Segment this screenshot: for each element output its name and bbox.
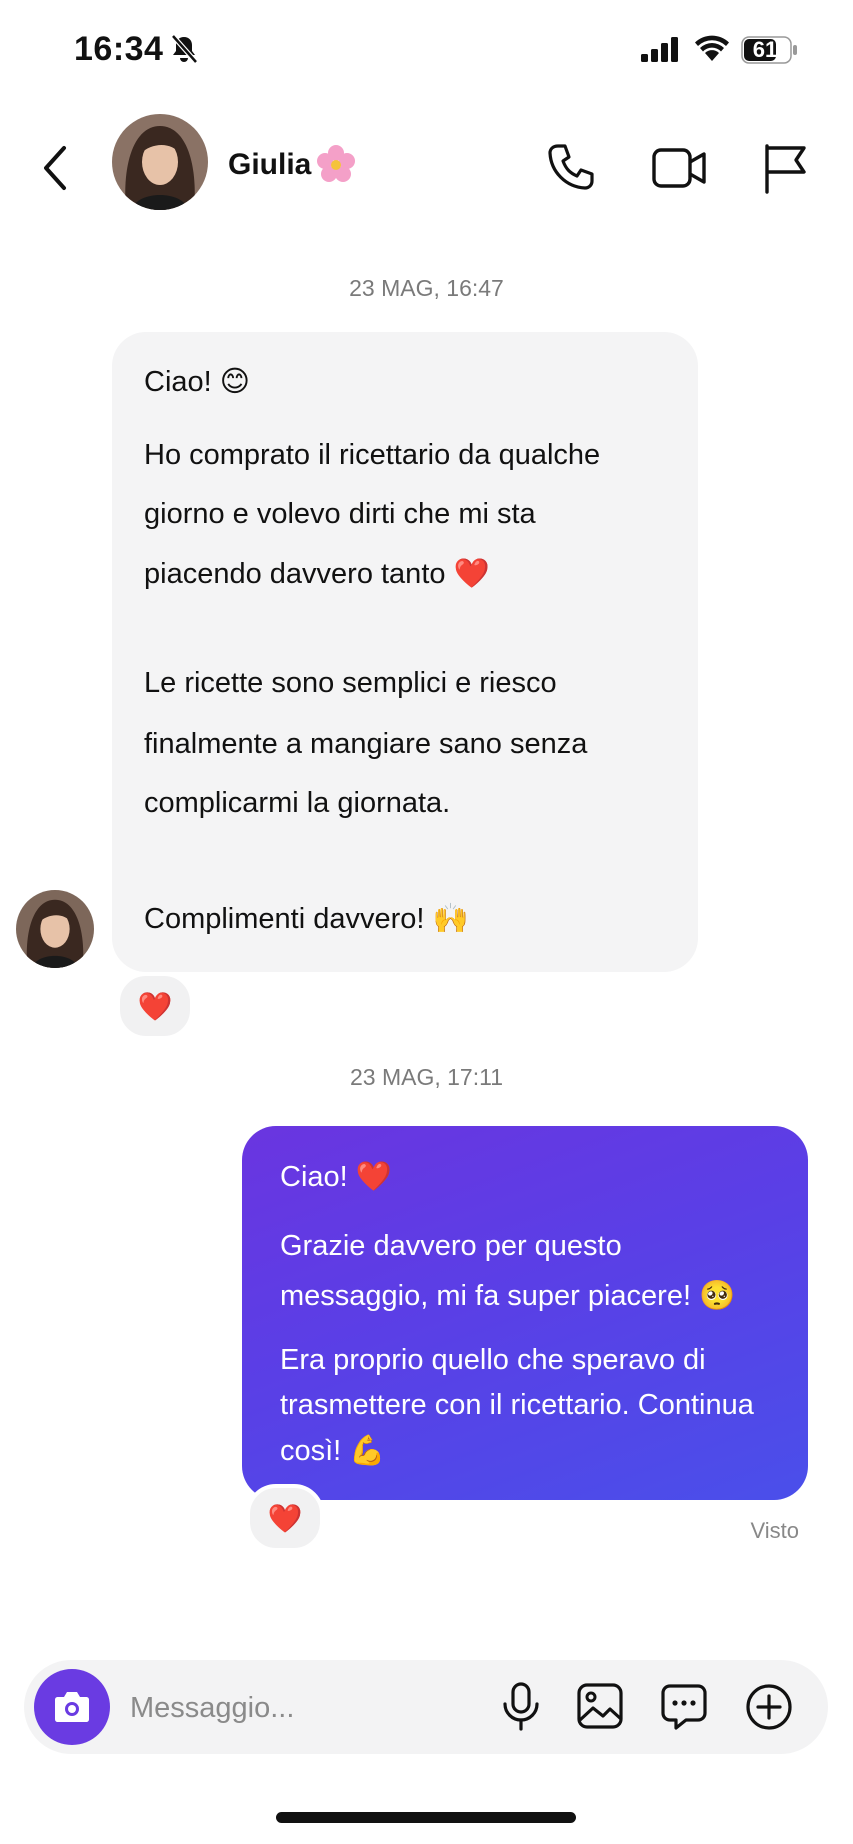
message-reaction[interactable]: ❤️ [116,972,194,1040]
message-line: Grazie davvero per questo [280,1230,622,1262]
message-composer [24,1660,828,1754]
message-line: messaggio, mi fa super piacere! 🥺 [280,1280,736,1312]
bell-off-icon [171,34,198,64]
message-line: giorno e volevo dirti che mi sta [144,498,536,530]
signal-icon [641,37,678,62]
camera-icon [55,1692,89,1722]
message-line: Ho comprato il ricettario da qualche [144,439,601,471]
message-timestamp: 23 MAG, 16:47 [349,275,504,301]
seen-status: Visto [750,1518,799,1543]
message-line: Ciao! 😊 [144,366,250,398]
gallery-icon[interactable] [576,1682,624,1730]
video-icon[interactable] [652,146,706,190]
message-line: piacendo davvero tanto ❤️ [144,558,490,590]
camera-button[interactable] [34,1669,110,1745]
wifi-icon [695,35,729,61]
contact-avatar[interactable] [112,114,208,210]
phone-icon[interactable] [546,142,596,192]
heart-reaction: ❤️ [267,1502,303,1534]
message-timestamp: 23 MAG, 17:11 [350,1064,503,1090]
message-line: finalmente a mangiare sano senza [144,728,588,760]
incoming-message-bubble[interactable]: Ciao! 😊 Ho comprato il ricettario da qua… [112,332,698,972]
flower-icon [317,145,355,182]
message-input[interactable] [128,1678,492,1738]
message-line: Le ricette sono semplici e riesco [144,667,557,699]
message-line: Ciao! ❤️ [280,1161,392,1193]
status-time: 16:34 [74,30,164,68]
battery-level: 61 [752,37,778,62]
mic-icon[interactable] [498,1682,544,1732]
flag-icon[interactable] [762,142,808,194]
sender-avatar[interactable] [16,890,94,968]
message-line: così! 💪 [280,1435,386,1467]
message-line: complicarmi la giornata. [144,787,451,819]
status-bar: 16:34 61 [0,0,853,100]
message-line: Era proprio quello che speravo di [280,1344,706,1376]
heart-reaction: ❤️ [137,990,173,1022]
back-icon[interactable] [38,142,74,194]
message-line: trasmettere con il ricettario. Continua [280,1389,754,1421]
contact-name[interactable]: Giulia [228,148,311,182]
message-reaction[interactable]: ❤️ [246,1484,324,1552]
plus-icon[interactable] [744,1682,794,1732]
message-line: Complimenti davvero! 🙌 [144,903,469,935]
chat-header: Giulia [0,108,853,228]
home-indicator[interactable] [276,1812,576,1823]
outgoing-message-bubble[interactable]: Ciao! ❤️ Grazie davvero per questo messa… [242,1126,808,1500]
sticker-icon[interactable] [660,1682,708,1730]
